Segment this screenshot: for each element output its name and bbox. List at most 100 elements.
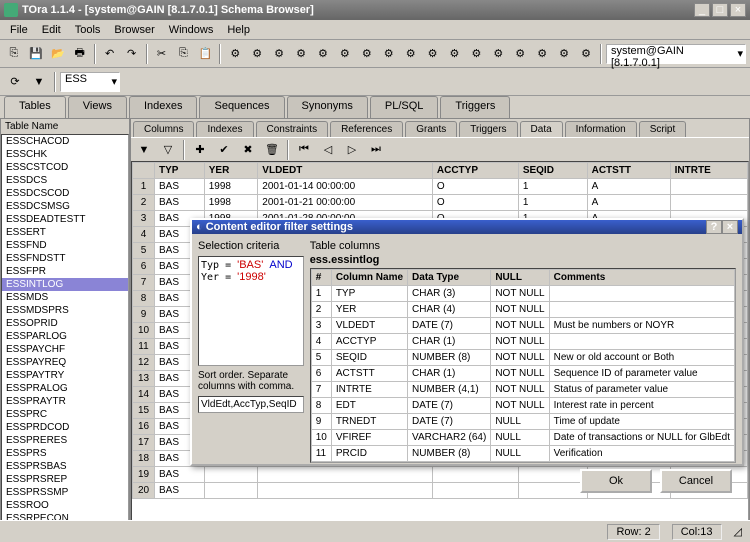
add-row-icon[interactable]: ✚ — [189, 139, 211, 161]
row-header[interactable]: 20 — [133, 483, 155, 499]
col-list-cell[interactable]: 4 — [311, 334, 331, 350]
col-list-cell[interactable]: Interest rate in percent — [549, 398, 734, 414]
col-list-cell[interactable]: NOT NULL — [491, 302, 549, 318]
connection-combo[interactable]: system@GAIN [8.1.7.0.1] — [606, 44, 746, 64]
table-item[interactable]: ESSOPRID — [2, 317, 128, 330]
copy-icon[interactable]: ⎘ — [173, 43, 193, 65]
col-list-cell[interactable]: ACCTYP — [331, 334, 407, 350]
subtab-grants[interactable]: Grants — [405, 121, 457, 137]
subtab-references[interactable]: References — [330, 121, 403, 137]
tool-icon[interactable]: ⚙ — [357, 43, 377, 65]
grid-cell[interactable] — [670, 179, 747, 195]
col-list-cell[interactable]: TRNEDT — [331, 414, 407, 430]
row-header[interactable]: 17 — [133, 435, 155, 451]
row-header[interactable]: 10 — [133, 323, 155, 339]
table-item[interactable]: ESSPRC — [2, 408, 128, 421]
save-icon[interactable]: 💾 — [26, 43, 46, 65]
col-header[interactable]: ACTSTT — [587, 163, 670, 179]
tool-icon[interactable]: ⚙ — [335, 43, 355, 65]
subtab-indexes[interactable]: Indexes — [196, 121, 253, 137]
table-item[interactable]: ESSINTLOG — [2, 278, 128, 291]
col-list-cell[interactable]: Status of parameter value — [549, 382, 734, 398]
tool-icon[interactable]: ⚙ — [313, 43, 333, 65]
table-item[interactable]: ESSPAYREQ — [2, 356, 128, 369]
maximize-button[interactable]: □ — [712, 3, 728, 17]
col-list-cell[interactable]: 5 — [311, 350, 331, 366]
table-item[interactable]: ESSERT — [2, 226, 128, 239]
menu-tools[interactable]: Tools — [69, 22, 107, 38]
tool-icon[interactable]: ⚙ — [445, 43, 465, 65]
table-item[interactable]: ESSROO — [2, 499, 128, 512]
subtab-information[interactable]: Information — [565, 121, 637, 137]
col-list-cell[interactable]: NOT NULL — [491, 398, 549, 414]
tool-icon[interactable]: ⚙ — [247, 43, 267, 65]
tab-synonyms[interactable]: Synonyms — [287, 96, 368, 118]
table-item[interactable]: ESSCHK — [2, 148, 128, 161]
next-icon[interactable]: ▷ — [341, 139, 363, 161]
col-list-cell[interactable]: SEQID — [331, 350, 407, 366]
menu-help[interactable]: Help — [221, 22, 256, 38]
col-list-cell[interactable]: CHAR (4) — [408, 302, 491, 318]
tool-icon[interactable]: ⚙ — [466, 43, 486, 65]
table-item[interactable]: ESSDEADTESTT — [2, 213, 128, 226]
col-list-cell[interactable]: CHAR (1) — [408, 334, 491, 350]
col-list-cell[interactable]: 9 — [311, 414, 331, 430]
col-list-cell[interactable] — [549, 286, 734, 302]
col-list-cell[interactable]: NOT NULL — [491, 334, 549, 350]
table-item[interactable]: ESSMDSPRS — [2, 304, 128, 317]
col-list-cell[interactable] — [549, 334, 734, 350]
resize-grip-icon[interactable]: ◿ — [734, 525, 742, 538]
col-header[interactable]: TYP — [155, 163, 205, 179]
grid-cell[interactable]: 2001-01-21 00:00:00 — [258, 195, 433, 211]
col-list-cell[interactable]: 8 — [311, 398, 331, 414]
new-connection-icon[interactable]: ⎘ — [4, 43, 24, 65]
col-list-cell[interactable]: NULL — [491, 430, 549, 446]
col-list-cell[interactable]: 6 — [311, 366, 331, 382]
row-header[interactable]: 14 — [133, 387, 155, 403]
col-list-cell[interactable]: PRCID — [331, 446, 407, 462]
col-header[interactable]: INTRTE — [670, 163, 747, 179]
tab-indexes[interactable]: Indexes — [129, 96, 198, 118]
tool-icon[interactable]: ⚙ — [269, 43, 289, 65]
col-list-cell[interactable] — [549, 302, 734, 318]
grid-cell[interactable]: O — [432, 195, 518, 211]
redo-icon[interactable]: ↷ — [122, 43, 142, 65]
row-header[interactable]: 16 — [133, 419, 155, 435]
open-icon[interactable]: 📂 — [48, 43, 68, 65]
col-list-cell[interactable]: VFIREF — [331, 430, 407, 446]
grid-cell[interactable] — [670, 195, 747, 211]
subtab-script[interactable]: Script — [639, 121, 687, 137]
grid-cell[interactable]: BAS — [155, 195, 205, 211]
menu-file[interactable]: File — [4, 22, 34, 38]
col-list-cell[interactable]: Must be numbers or NOYR — [549, 318, 734, 334]
ok-button[interactable]: Ok — [580, 469, 652, 493]
tab-tables[interactable]: Tables — [4, 96, 66, 118]
tab-triggers[interactable]: Triggers — [440, 96, 510, 118]
table-item[interactable]: ESSFPR — [2, 265, 128, 278]
col-list-cell[interactable]: NOT NULL — [491, 366, 549, 382]
col-list-cell[interactable]: Sequence ID of parameter value — [549, 366, 734, 382]
row-header[interactable]: 12 — [133, 355, 155, 371]
dialog-help-button[interactable]: ? — [706, 220, 722, 234]
tool-icon[interactable]: ⚙ — [576, 43, 596, 65]
table-item[interactable]: ESSPRERES — [2, 434, 128, 447]
cut-icon[interactable]: ✂ — [152, 43, 172, 65]
tool-icon[interactable]: ⚙ — [510, 43, 530, 65]
col-list-cell[interactable]: NOT NULL — [491, 318, 549, 334]
table-item[interactable]: ESSMDS — [2, 291, 128, 304]
table-item[interactable]: ESSDCS — [2, 174, 128, 187]
table-list[interactable]: ESSCHACODESSCHKESSCSTCODESSDCSESSDCSCODE… — [1, 134, 129, 541]
col-header[interactable]: SEQID — [518, 163, 587, 179]
menu-windows[interactable]: Windows — [163, 22, 220, 38]
table-item[interactable]: ESSPRALOG — [2, 382, 128, 395]
table-item[interactable]: ESSPRDCOD — [2, 421, 128, 434]
table-item[interactable]: ESSPRSBAS — [2, 460, 128, 473]
table-item[interactable]: ESSPRSSMP — [2, 486, 128, 499]
refresh-icon[interactable]: ⟳ — [4, 71, 26, 93]
col-list-cell[interactable]: NUMBER (8) — [408, 446, 491, 462]
row-header[interactable]: 19 — [133, 467, 155, 483]
table-item[interactable]: ESSFNDSTT — [2, 252, 128, 265]
grid-cell[interactable]: O — [432, 179, 518, 195]
col-list-cell[interactable]: VARCHAR2 (64) — [408, 430, 491, 446]
col-list-cell[interactable]: NUMBER (8) — [408, 350, 491, 366]
